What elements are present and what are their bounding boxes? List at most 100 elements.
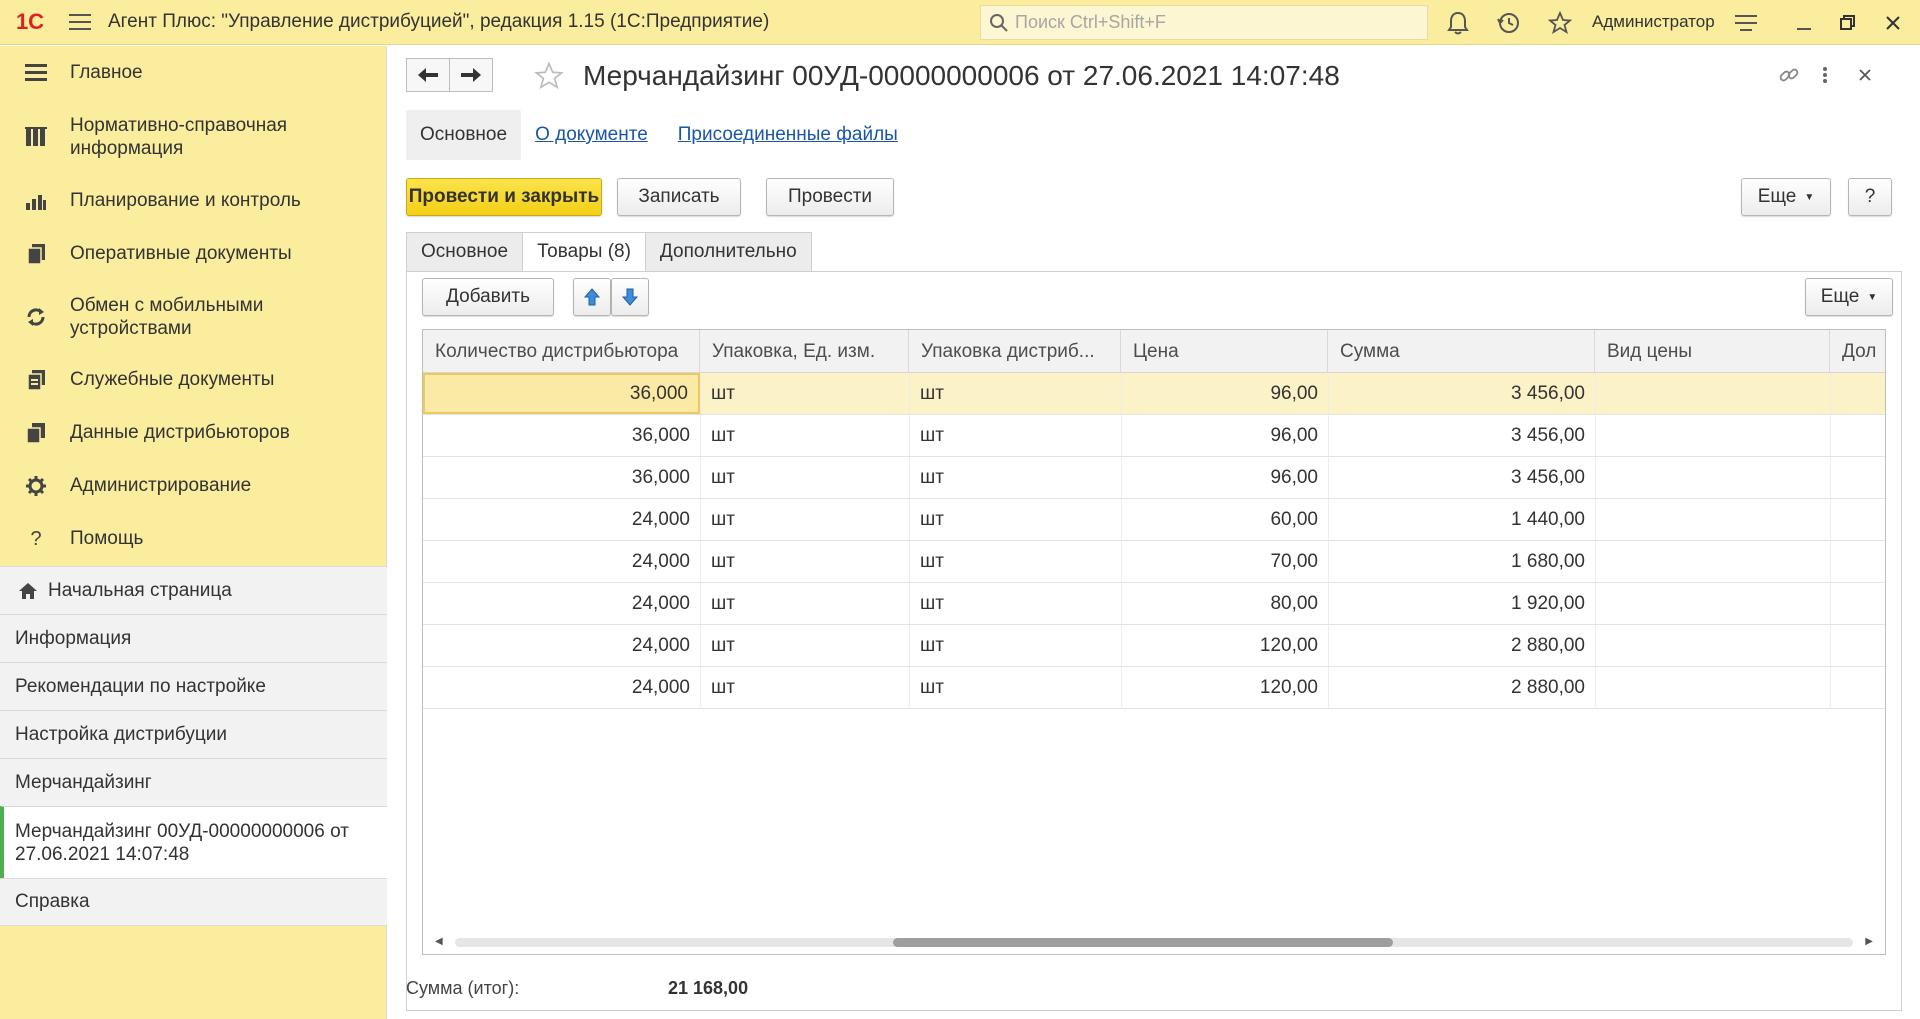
cell-price-type[interactable] (1595, 373, 1830, 414)
tab-main[interactable]: Основное (406, 110, 522, 160)
cell-qty[interactable]: 36,000 (423, 373, 700, 414)
open-window-home[interactable]: Начальная страница (0, 566, 387, 614)
cell-pack[interactable]: шт (700, 667, 909, 708)
cell-price-type[interactable] (1595, 667, 1830, 708)
cell-share[interactable] (1830, 457, 1885, 498)
table-more-button[interactable]: Еще ▼ (1805, 278, 1893, 316)
section-main[interactable]: Главное (0, 46, 386, 100)
page-tab-main[interactable]: Основное (406, 232, 524, 272)
main-menu-icon[interactable] (60, 0, 100, 45)
table-row[interactable]: 36,000 шт шт 96,00 3 456,00 (423, 457, 1885, 499)
cell-price[interactable]: 80,00 (1121, 583, 1328, 624)
favorite-star-icon[interactable] (534, 61, 564, 91)
cell-pack-dist[interactable]: шт (909, 415, 1121, 456)
page-tab-goods[interactable]: Товары (8) (522, 232, 646, 272)
save-button[interactable]: Записать (617, 178, 741, 216)
section-planning[interactable]: Планирование и контроль (0, 174, 386, 228)
section-administration[interactable]: Администрирование (0, 460, 386, 512)
cell-pack[interactable]: шт (700, 457, 909, 498)
open-window-distribution-settings[interactable]: Настройка дистрибуции (0, 710, 387, 758)
table-row[interactable]: 36,000 шт шт 96,00 3 456,00 (423, 415, 1885, 457)
bell-icon[interactable] (1442, 7, 1474, 39)
cell-sum[interactable]: 2 880,00 (1328, 667, 1595, 708)
cell-pack-dist[interactable]: шт (909, 373, 1121, 414)
cell-price-type[interactable] (1595, 625, 1830, 666)
column-header-pack[interactable]: Упаковка, Ед. изм. (700, 330, 909, 373)
cell-pack[interactable]: шт (700, 415, 909, 456)
open-window-recommendations[interactable]: Рекомендации по настройке (0, 662, 387, 710)
cell-pack[interactable]: шт (700, 625, 909, 666)
table-row[interactable]: 36,000 шт шт 96,00 3 456,00 (423, 373, 1885, 415)
search-field[interactable] (980, 5, 1428, 40)
cell-sum[interactable]: 2 880,00 (1328, 625, 1595, 666)
cell-share[interactable] (1830, 625, 1885, 666)
cell-price[interactable]: 96,00 (1121, 457, 1328, 498)
cell-price[interactable]: 96,00 (1121, 373, 1328, 414)
cell-pack-dist[interactable]: шт (909, 541, 1121, 582)
open-window-merchandising-doc[interactable]: Мерчандайзинг 00УД-00000000006 от 27.06.… (0, 806, 387, 878)
cell-price[interactable]: 120,00 (1121, 625, 1328, 666)
table-row[interactable]: 24,000 шт шт 80,00 1 920,00 (423, 583, 1885, 625)
cell-qty[interactable]: 24,000 (423, 625, 700, 666)
cell-price[interactable]: 60,00 (1121, 499, 1328, 540)
cell-qty[interactable]: 24,000 (423, 667, 700, 708)
section-distributor-data[interactable]: Данные дистрибьюторов (0, 406, 386, 460)
back-button[interactable] (406, 58, 450, 92)
cell-pack-dist[interactable]: шт (909, 667, 1121, 708)
cell-price-type[interactable] (1595, 457, 1830, 498)
scroll-thumb[interactable] (893, 938, 1393, 947)
search-input[interactable] (1015, 12, 1395, 33)
cell-pack-dist[interactable]: шт (909, 625, 1121, 666)
column-header-price[interactable]: Цена (1121, 330, 1328, 373)
user-name[interactable]: Администратор (1592, 12, 1715, 32)
tab-attached-files[interactable]: Присоединенные файлы (662, 110, 912, 160)
column-header-pack-dist[interactable]: Упаковка дистриб... (909, 330, 1121, 373)
post-and-close-button[interactable]: Провести и закрыть (406, 178, 602, 216)
cell-price-type[interactable] (1595, 499, 1830, 540)
cell-sum[interactable]: 3 456,00 (1328, 373, 1595, 414)
tab-about-document[interactable]: О документе (521, 110, 662, 160)
table-row[interactable]: 24,000 шт шт 70,00 1 680,00 (423, 541, 1885, 583)
column-header-share[interactable]: Дол (1830, 330, 1885, 373)
help-button[interactable]: ? (1848, 178, 1892, 216)
cell-share[interactable] (1830, 373, 1885, 414)
post-button[interactable]: Провести (766, 178, 894, 216)
cell-price-type[interactable] (1595, 415, 1830, 456)
cell-qty[interactable]: 24,000 (423, 499, 700, 540)
cell-pack[interactable]: шт (700, 583, 909, 624)
cell-sum[interactable]: 1 920,00 (1328, 583, 1595, 624)
link-icon[interactable] (1774, 60, 1804, 90)
close-app-icon[interactable] (1877, 7, 1909, 39)
cell-price-type[interactable] (1595, 541, 1830, 582)
close-form-icon[interactable] (1850, 60, 1880, 90)
move-down-button[interactable] (611, 278, 649, 316)
page-tab-additional[interactable]: Дополнительно (644, 232, 812, 272)
minimize-icon[interactable] (1788, 7, 1820, 39)
scroll-track[interactable] (455, 938, 1853, 947)
section-service-docs[interactable]: Служебные документы (0, 354, 386, 406)
cell-qty[interactable]: 24,000 (423, 583, 700, 624)
cell-qty[interactable]: 36,000 (423, 457, 700, 498)
cell-pack[interactable]: шт (700, 499, 909, 540)
cell-pack[interactable]: шт (700, 541, 909, 582)
cell-price-type[interactable] (1595, 583, 1830, 624)
move-up-button[interactable] (573, 278, 611, 316)
column-header-sum[interactable]: Сумма (1328, 330, 1595, 373)
section-operative-docs[interactable]: Оперативные документы (0, 228, 386, 280)
cell-pack[interactable]: шт (700, 373, 909, 414)
favorites-star-icon[interactable] (1544, 7, 1576, 39)
cell-qty[interactable]: 24,000 (423, 541, 700, 582)
section-help[interactable]: ? Помощь (0, 512, 386, 566)
column-header-price-type[interactable]: Вид цены (1595, 330, 1830, 373)
column-header-qty[interactable]: Количество дистрибьютора (423, 330, 700, 373)
cell-sum[interactable]: 1 440,00 (1328, 499, 1595, 540)
history-icon[interactable] (1493, 7, 1525, 39)
open-window-info[interactable]: Информация (0, 614, 387, 662)
add-row-button[interactable]: Добавить (422, 278, 554, 316)
settings-menu-icon[interactable] (1730, 7, 1762, 39)
cell-price[interactable]: 120,00 (1121, 667, 1328, 708)
cell-share[interactable] (1830, 541, 1885, 582)
section-mobile-exchange[interactable]: Обмен с мобильными устройствами (0, 280, 386, 354)
restore-icon[interactable] (1832, 7, 1864, 39)
cell-share[interactable] (1830, 415, 1885, 456)
